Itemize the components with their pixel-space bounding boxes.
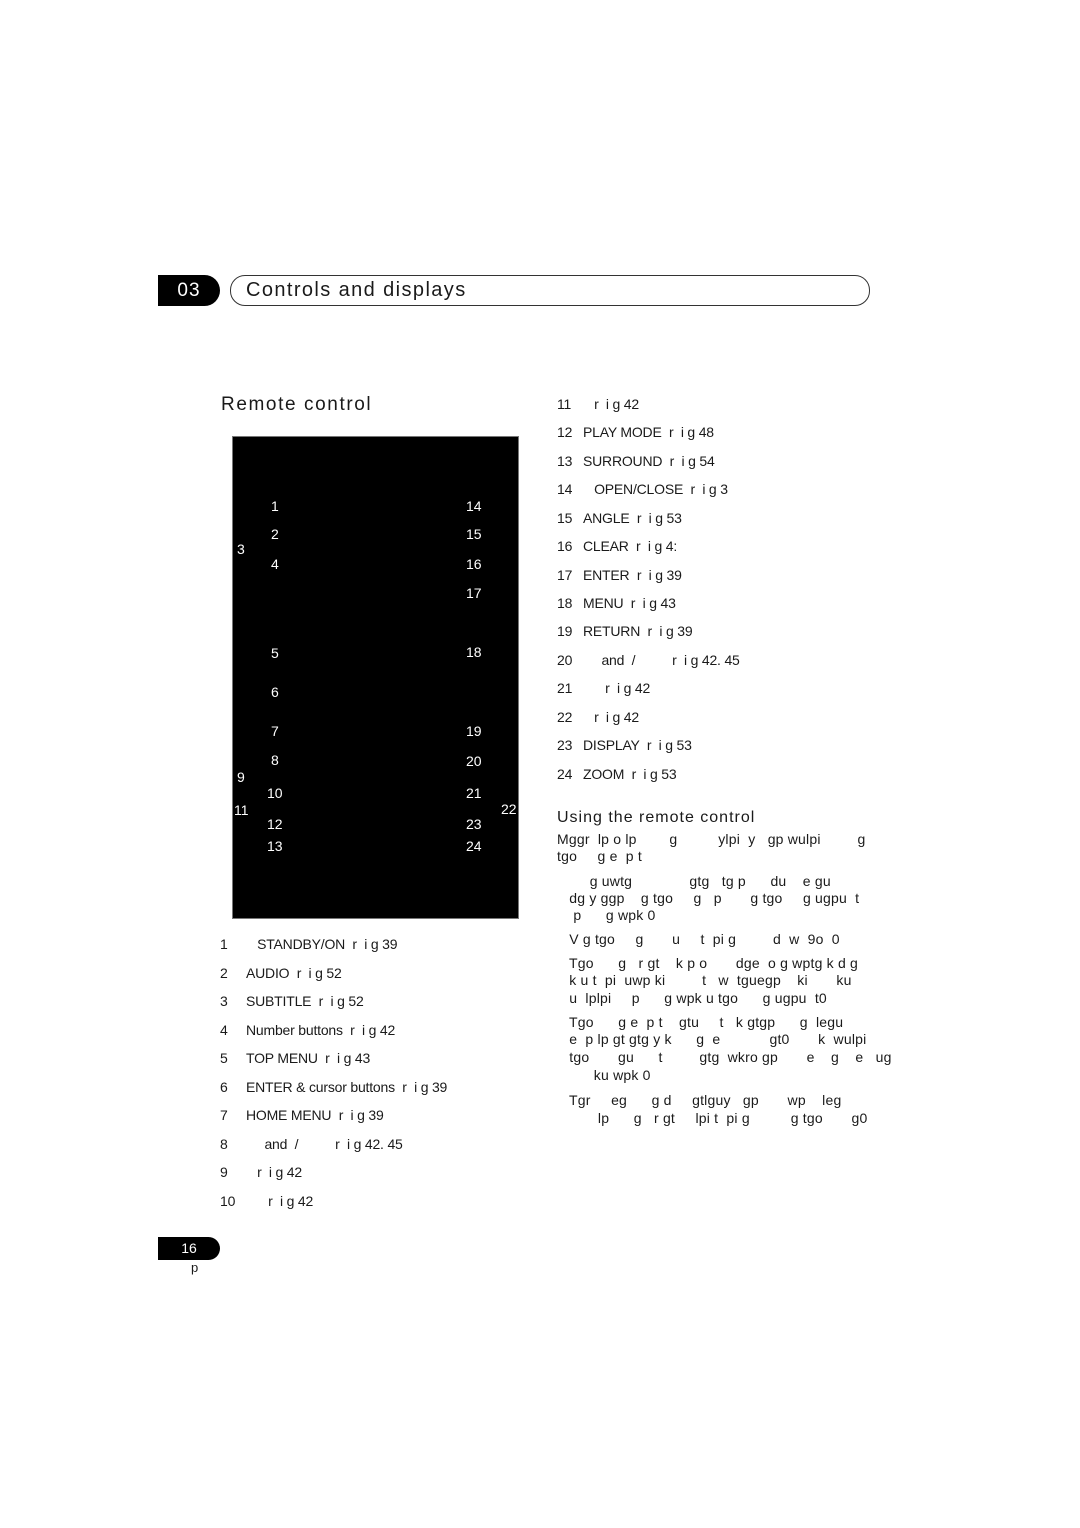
bullet-line: V g tgo g u t pi g d w 9o 0 bbox=[557, 931, 840, 947]
legend-item: 17 ENTER r i g 39 bbox=[557, 567, 682, 583]
legend-item: 12 PLAY MODE r i g 48 bbox=[557, 424, 714, 440]
intro-line: Mggr lp o lp g ylpi y gp wulpi g bbox=[557, 831, 866, 847]
callout-22: 22 bbox=[501, 801, 517, 817]
legend-item: 14 OPEN/CLOSE r i g 3 bbox=[557, 481, 728, 497]
legend-item: 21 r i g 42 bbox=[557, 680, 651, 696]
legend-item: 18 MENU r i g 43 bbox=[557, 595, 676, 611]
page-number-badge: 16 bbox=[158, 1237, 220, 1260]
subsection-title: Using the remote control bbox=[557, 809, 756, 826]
intro-line: tgo g e p t bbox=[557, 848, 642, 864]
legend-item: 2 AUDIO r i g 52 bbox=[220, 965, 342, 981]
remote-control-illustration: 1 2 3 4 5 6 7 8 9 10 11 12 13 14 15 16 1… bbox=[232, 436, 519, 919]
callout-10: 10 bbox=[267, 785, 283, 801]
callout-6: 6 bbox=[271, 684, 279, 700]
bullet-line: g uwtg gtg tg p du e gu bbox=[557, 873, 831, 889]
callout-14: 14 bbox=[466, 498, 482, 514]
legend-item: 5 TOP MENU r i g 43 bbox=[220, 1050, 371, 1066]
bullet-line: ku wpk 0 bbox=[557, 1067, 651, 1083]
legend-item: 8 and / r i g 42. 45 bbox=[220, 1136, 403, 1152]
callout-7: 7 bbox=[271, 723, 279, 739]
callout-17: 17 bbox=[466, 585, 482, 601]
legend-item: 3 SUBTITLE r i g 52 bbox=[220, 993, 364, 1009]
bullet-line: p g wpk 0 bbox=[557, 907, 656, 923]
legend-item: 13 SURROUND r i g 54 bbox=[557, 453, 715, 469]
legend-item: 19 RETURN r i g 39 bbox=[557, 623, 693, 639]
legend-item: 11 r i g 42 bbox=[557, 396, 639, 412]
section-title: Remote control bbox=[221, 394, 373, 415]
callout-12: 12 bbox=[267, 816, 283, 832]
callout-4: 4 bbox=[271, 556, 279, 572]
callout-1: 1 bbox=[271, 498, 279, 514]
callout-5: 5 bbox=[271, 645, 279, 661]
bullet-line: Tgr eg g d gtlguy gp wp leg bbox=[557, 1092, 842, 1108]
bullet-line: Tgo g r gt k p o dge o g wptg k d g bbox=[557, 955, 859, 971]
callout-23: 23 bbox=[466, 816, 482, 832]
legend-item: 6 ENTER & cursor buttons r i g 39 bbox=[220, 1079, 448, 1095]
bullet-line: k u t pi uwp ki t w tguegp ki ku bbox=[557, 972, 852, 988]
bullet-line: lp g r gt lpi t pi g g tgo g0 bbox=[557, 1110, 868, 1126]
callout-21: 21 bbox=[466, 785, 482, 801]
legend-item: 7 HOME MENU r i g 39 bbox=[220, 1107, 384, 1123]
callout-20: 20 bbox=[466, 753, 482, 769]
callout-13: 13 bbox=[267, 838, 283, 854]
legend-item: 23 DISPLAY r i g 53 bbox=[557, 737, 692, 753]
callout-9: 9 bbox=[237, 769, 245, 785]
callout-18: 18 bbox=[466, 644, 482, 660]
callout-24: 24 bbox=[466, 838, 482, 854]
bullet-line: u lplpi p g wpk u tgo g ugpu t0 bbox=[557, 990, 827, 1006]
callout-8: 8 bbox=[271, 752, 279, 768]
legend-item: 15 ANGLE r i g 53 bbox=[557, 510, 682, 526]
callout-15: 15 bbox=[466, 526, 482, 542]
legend-item: 20 and / r i g 42. 45 bbox=[557, 652, 740, 668]
legend-item: 4 Number buttons r i g 42 bbox=[220, 1022, 396, 1038]
bullet-line: dg y ggp g tgo g p g tgo g ugpu t bbox=[557, 890, 860, 906]
callout-3: 3 bbox=[237, 541, 245, 557]
chapter-title: Controls and displays bbox=[246, 279, 467, 301]
legend-item: 16 CLEAR r i g 4: bbox=[557, 538, 678, 554]
chapter-number-badge: 03 bbox=[158, 275, 220, 306]
legend-item: 24 ZOOM r i g 53 bbox=[557, 766, 677, 782]
legend-item: 22 r i g 42 bbox=[557, 709, 639, 725]
callout-19: 19 bbox=[466, 723, 482, 739]
callout-16: 16 bbox=[466, 556, 482, 572]
callout-11: 11 bbox=[234, 802, 249, 818]
bullet-line: Tgo g e p t gtu t k gtgp g legu bbox=[557, 1014, 844, 1030]
bullet-line: tgo gu t gtg wkro gp e g e ug bbox=[557, 1049, 892, 1065]
callout-2: 2 bbox=[271, 526, 279, 542]
language-code: p bbox=[191, 1260, 199, 1275]
bullet-line: e p lp gt gtg y k g e gt0 k wulpi bbox=[557, 1031, 867, 1047]
legend-item: 1 STANDBY/ON r i g 39 bbox=[220, 936, 398, 952]
legend-item: 9 r i g 42 bbox=[220, 1164, 302, 1180]
legend-item: 10 r i g 42 bbox=[220, 1193, 314, 1209]
